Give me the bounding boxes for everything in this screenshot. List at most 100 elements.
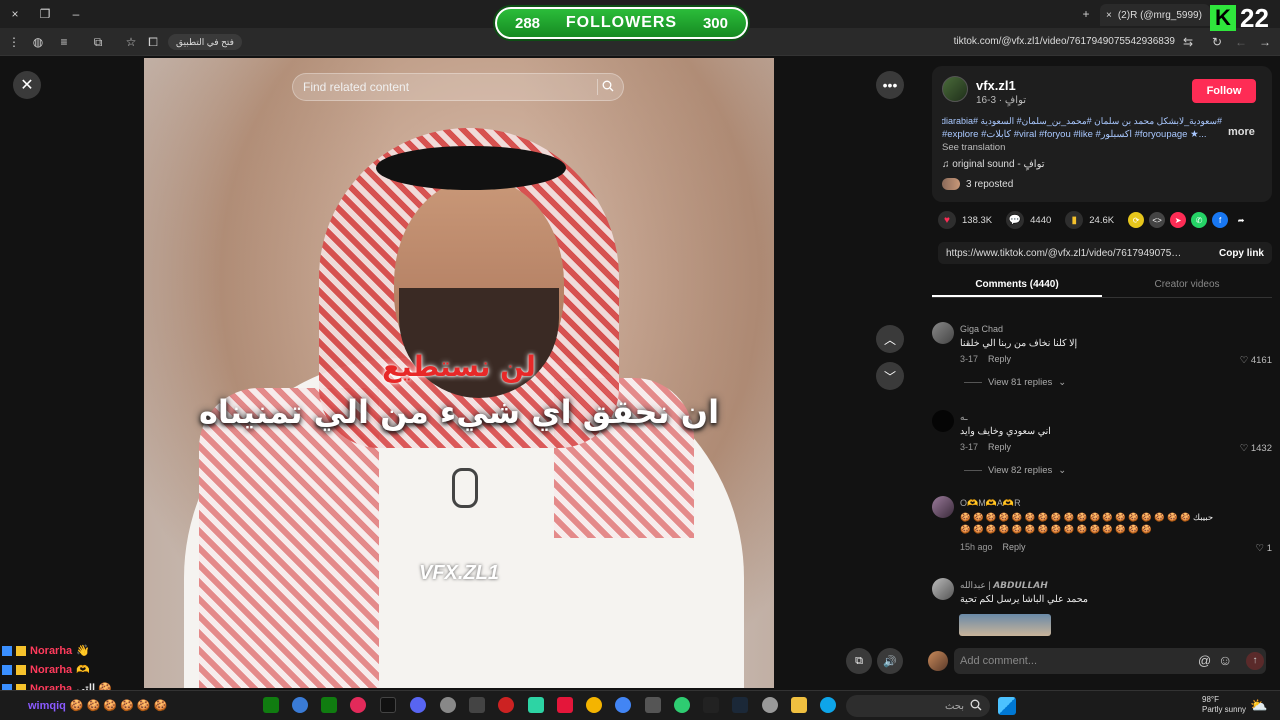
- comment-like[interactable]: ♡ 4161: [1240, 355, 1272, 366]
- comment-avatar[interactable]: [932, 578, 954, 600]
- sound-link[interactable]: ♫ original sound - توافٍ: [942, 159, 1045, 170]
- obs-icon[interactable]: [469, 697, 485, 713]
- app-cube-icon[interactable]: [645, 697, 661, 713]
- send-share-icon[interactable]: ➤: [1170, 212, 1187, 228]
- close-video-button[interactable]: ✕: [13, 71, 41, 99]
- browser-tab[interactable]: × (2)R (@mrg_5999) | Ti: [1100, 4, 1210, 26]
- author-avatar[interactable]: [942, 76, 968, 102]
- forward-icon[interactable]: →: [1255, 32, 1275, 52]
- bookmark-star-icon[interactable]: ☆: [121, 32, 141, 52]
- chat-app-icon[interactable]: [528, 697, 544, 713]
- capcut-icon[interactable]: [703, 697, 719, 713]
- more-share-icon[interactable]: ➦: [1233, 212, 1249, 228]
- follow-button[interactable]: Follow: [1192, 79, 1256, 103]
- emoji-icon[interactable]: ☺: [1218, 652, 1232, 668]
- discord-icon[interactable]: [410, 697, 426, 713]
- description-more-link[interactable]: more: [1228, 126, 1255, 138]
- copy-link-button[interactable]: Copy link: [1219, 248, 1264, 259]
- app-icon[interactable]: [292, 697, 308, 713]
- facebook-share-icon[interactable]: f: [1212, 212, 1229, 228]
- tab-creator-videos[interactable]: Creator videos: [1102, 272, 1272, 297]
- reload-icon[interactable]: ↻: [1207, 32, 1227, 52]
- comment-icon: 💬: [1006, 211, 1025, 229]
- gear-icon[interactable]: [762, 697, 778, 713]
- save-stat[interactable]: ▮ 24.6K: [1065, 211, 1114, 229]
- site-info-icon[interactable]: ◍: [28, 32, 48, 52]
- like-stat[interactable]: ♥ 138.3K: [938, 211, 992, 229]
- mention-icon[interactable]: @: [1198, 653, 1211, 668]
- menu-icon[interactable]: ⋮: [4, 32, 24, 52]
- comment-author[interactable]: Giga Chad: [960, 324, 1003, 334]
- view-replies-link[interactable]: View 81 replies ⌄: [964, 377, 1066, 388]
- taskbar-search[interactable]: بحث: [846, 695, 990, 717]
- translate-icon[interactable]: ⇆: [1178, 32, 1198, 52]
- send-comment-icon[interactable]: ↑: [1246, 652, 1264, 670]
- open-in-app-chip[interactable]: فتح في التطبيق: [168, 34, 242, 50]
- weather-cloud-icon: ⛅: [1250, 697, 1268, 713]
- media-app-icon[interactable]: [350, 697, 366, 713]
- see-translation-link[interactable]: See translation: [942, 142, 1005, 153]
- volume-button[interactable]: 🔊: [877, 648, 903, 674]
- comment-stat[interactable]: 💬 4440: [1006, 211, 1051, 229]
- window-minimize-icon[interactable]: –: [66, 4, 86, 24]
- next-video-button[interactable]: ﹀: [876, 362, 904, 390]
- chrome-active-icon[interactable]: [615, 697, 631, 713]
- previous-video-button[interactable]: ︿: [876, 325, 904, 353]
- comment-author[interactable]: O🫶M🫶A🫶R: [960, 498, 1021, 509]
- bookmark-icon: ▮: [1065, 211, 1084, 229]
- green-app-icon[interactable]: [674, 697, 690, 713]
- comment-item: ـه اني سعودي وخايف واید 3-17 Reply ♡ 1432…: [932, 410, 1272, 480]
- comment-like[interactable]: ♡ 1432: [1240, 443, 1272, 454]
- video-player[interactable]: لن نستطيع ان نحقق اي شيء من الي تمنيناه …: [144, 58, 774, 688]
- repost-share-icon[interactable]: ⟳: [1128, 212, 1145, 228]
- view-replies-link[interactable]: View 82 replies ⌄: [964, 465, 1066, 476]
- comment-like[interactable]: ♡ 1: [1256, 543, 1272, 554]
- comment-text: اني سعودي وخايف واید: [960, 426, 1051, 437]
- comment-avatar[interactable]: [932, 496, 954, 518]
- comment-avatar[interactable]: [932, 322, 954, 344]
- reply-button[interactable]: Reply: [1003, 542, 1026, 552]
- comment-author[interactable]: ـه: [960, 412, 967, 423]
- install-app-icon[interactable]: ⧠: [143, 32, 163, 52]
- tiktok-icon[interactable]: [380, 697, 396, 713]
- steam-icon[interactable]: [732, 697, 748, 713]
- weather-widget[interactable]: 98°F Partly sunny: [1202, 695, 1246, 715]
- description-line-2[interactable]: #explore #كابلات #viral #foryou #like #ا…: [942, 129, 1212, 140]
- xbox-icon[interactable]: [263, 697, 279, 713]
- description-line-1[interactable]: #سعودية_لابشكل محمد بن سلمان #محمد_بن_سل…: [942, 116, 1222, 127]
- chrome-icon[interactable]: [586, 697, 602, 713]
- xbox-app-icon[interactable]: [321, 697, 337, 713]
- related-content-search[interactable]: [292, 73, 624, 101]
- adobe-icon[interactable]: [557, 697, 573, 713]
- windows-start-icon[interactable]: [998, 697, 1016, 715]
- comment-image[interactable]: [959, 614, 1051, 636]
- tab-comments[interactable]: Comments (4440): [932, 272, 1102, 297]
- back-icon[interactable]: ←: [1231, 32, 1251, 52]
- more-options-button[interactable]: •••: [876, 71, 904, 99]
- settings-app-icon[interactable]: [440, 697, 456, 713]
- folder-icon[interactable]: [791, 697, 807, 713]
- embed-share-icon[interactable]: <>: [1149, 212, 1166, 228]
- tune-icon[interactable]: ≡: [54, 32, 74, 52]
- search-icon[interactable]: [597, 79, 614, 95]
- reply-button[interactable]: Reply: [988, 354, 1011, 364]
- extensions-icon[interactable]: ⧉: [88, 32, 108, 52]
- reposted-info[interactable]: 3 reposted: [942, 178, 1013, 190]
- reply-button[interactable]: Reply: [988, 442, 1011, 452]
- author-username[interactable]: vfx.zl1: [976, 78, 1016, 93]
- comment-author[interactable]: عبدالله | 𝘼𝘽𝘿𝙐𝙇𝙇𝘼𝙃: [960, 580, 1048, 591]
- window-close-icon[interactable]: ×: [5, 4, 25, 24]
- window-restore-icon[interactable]: ❐: [35, 4, 55, 24]
- record-app-icon[interactable]: [498, 697, 514, 713]
- url-text[interactable]: tiktok.com/@vfx.zl1/video/76179490755429…: [940, 36, 1175, 47]
- floating-player-button[interactable]: ⧉: [846, 648, 872, 674]
- share-link-url[interactable]: https://www.tiktok.com/@vfx.zl1/video/76…: [946, 248, 1186, 259]
- new-tab-icon[interactable]: +: [1076, 4, 1096, 24]
- comment-avatar[interactable]: [932, 410, 954, 432]
- comment-text: محمد علي الباشا يرسل لكم تحية: [960, 594, 1089, 605]
- whatsapp-share-icon[interactable]: ✆: [1191, 212, 1208, 228]
- close-icon: ✕: [20, 77, 34, 94]
- edge-icon[interactable]: [820, 697, 836, 713]
- tab-close-icon[interactable]: ×: [1106, 10, 1112, 21]
- related-search-input[interactable]: [303, 80, 583, 94]
